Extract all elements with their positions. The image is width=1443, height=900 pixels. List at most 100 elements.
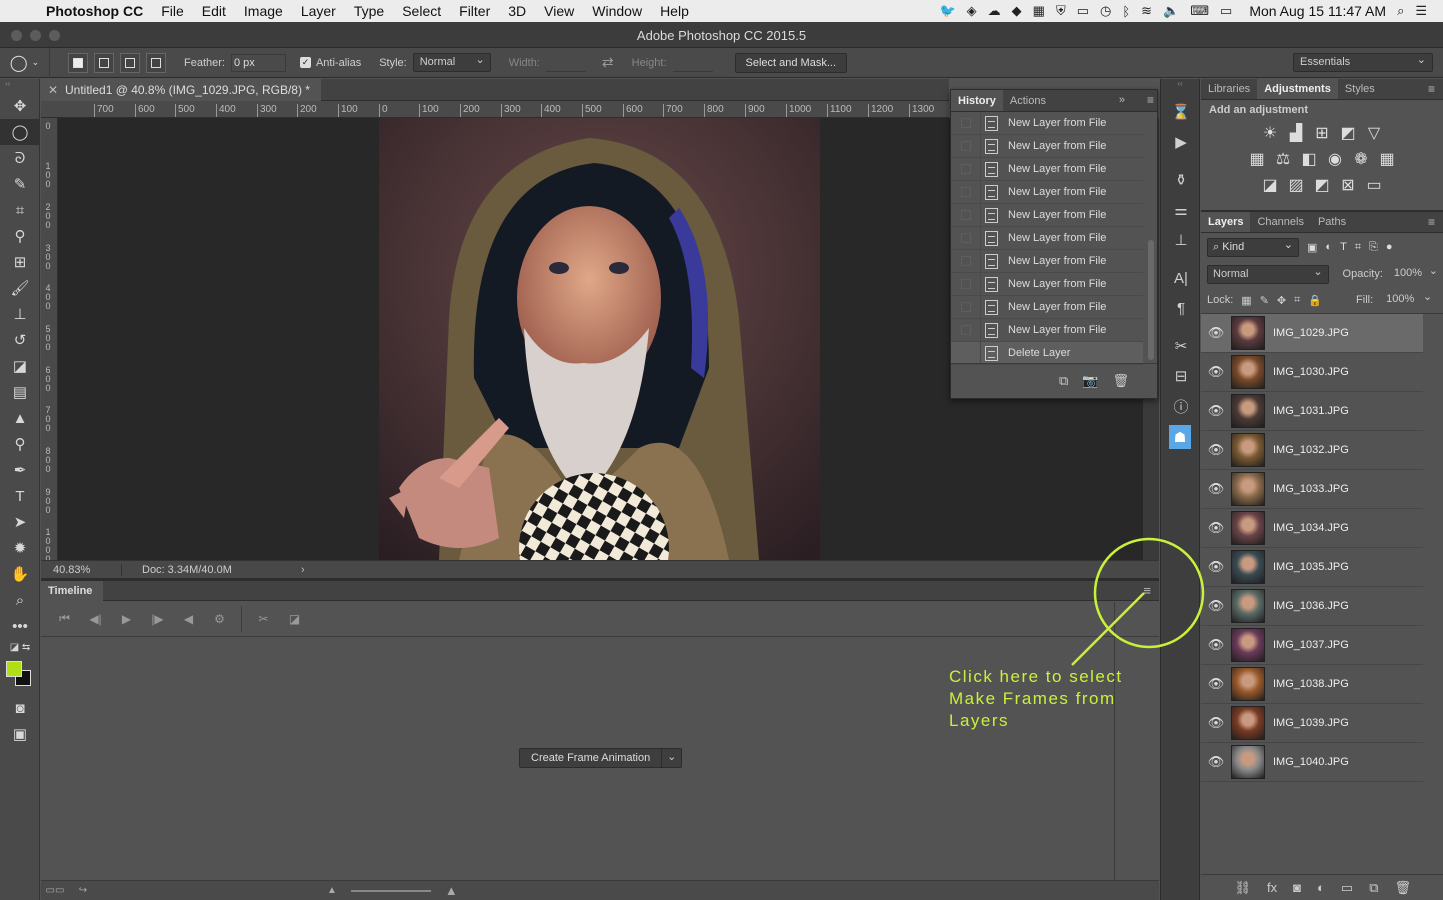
blend-mode-select[interactable]: Normal: [1207, 264, 1329, 284]
create-frame-animation-button[interactable]: Create Frame Animation: [519, 748, 663, 768]
history-item[interactable]: New Layer from File: [951, 157, 1143, 181]
evernote-icon[interactable]: ◆: [1012, 3, 1022, 19]
dodge-tool-icon[interactable]: ⚲: [0, 431, 40, 457]
threshold-icon[interactable]: ◩: [1313, 175, 1331, 195]
battery-icon[interactable]: ▭: [1220, 3, 1232, 19]
brightness-contrast-icon[interactable]: ☀: [1261, 123, 1279, 143]
history-item[interactable]: New Layer from File: [951, 111, 1143, 135]
layer-name[interactable]: IMG_1036.JPG: [1273, 600, 1349, 612]
properties-panel-icon[interactable]: ⊟: [1161, 361, 1201, 391]
new-document-from-state-icon[interactable]: ⧉: [1059, 373, 1068, 389]
menubar-clock[interactable]: Mon Aug 15 11:47 AM: [1249, 3, 1386, 19]
lock-transparent-icon[interactable]: ▦: [1241, 294, 1251, 307]
layer-name[interactable]: IMG_1033.JPG: [1273, 483, 1349, 495]
layer-name[interactable]: IMG_1039.JPG: [1273, 717, 1349, 729]
history-brush-source-checkbox[interactable]: [960, 302, 971, 312]
volume-icon[interactable]: 🔈: [1163, 3, 1179, 19]
history-item[interactable]: New Layer from File: [951, 180, 1143, 204]
menu-window[interactable]: Window: [583, 3, 651, 19]
tab-adjustments[interactable]: Adjustments: [1257, 79, 1338, 99]
tab-actions[interactable]: Actions: [1003, 90, 1053, 111]
swap-width-height-icon[interactable]: ⇄: [602, 54, 614, 71]
levels-icon[interactable]: ▟: [1287, 123, 1305, 143]
history-item-current[interactable]: Delete Layer: [951, 341, 1143, 365]
character-panel-icon[interactable]: A|: [1161, 263, 1201, 293]
channel-mixer-icon[interactable]: ❁: [1352, 149, 1370, 169]
keyboard-icon[interactable]: ⌨: [1190, 3, 1209, 19]
layer-row[interactable]: 👁 IMG_1036.JPG: [1201, 587, 1423, 626]
layer-row[interactable]: 👁 IMG_1030.JPG: [1201, 353, 1423, 392]
toolbar-collapse-icon[interactable]: ››: [0, 79, 39, 93]
visibility-eye-icon[interactable]: 👁: [1201, 442, 1231, 458]
history-item[interactable]: New Layer from File: [951, 226, 1143, 250]
workspace-select[interactable]: Essentials: [1293, 52, 1433, 72]
layer-name[interactable]: IMG_1040.JPG: [1273, 756, 1349, 768]
layer-row[interactable]: 👁 IMG_1034.JPG: [1201, 509, 1423, 548]
new-group-folder-icon[interactable]: ▭: [1341, 880, 1353, 896]
render-video-icon[interactable]: ↪: [69, 885, 97, 896]
history-item[interactable]: New Layer from File: [951, 134, 1143, 158]
zoom-level[interactable]: 40.83%: [41, 564, 121, 576]
split-scissors-icon[interactable]: ✂: [248, 612, 279, 626]
layer-style-fx-icon[interactable]: fx: [1267, 880, 1277, 895]
layer-name[interactable]: IMG_1035.JPG: [1273, 561, 1349, 573]
tab-paths[interactable]: Paths: [1311, 212, 1353, 232]
history-brush-source-checkbox[interactable]: [960, 210, 971, 220]
visibility-eye-icon[interactable]: 👁: [1201, 754, 1231, 770]
curves-icon[interactable]: ⊞: [1313, 123, 1331, 143]
previous-frame-icon[interactable]: ◀|: [80, 612, 111, 626]
tab-layers[interactable]: Layers: [1201, 212, 1251, 232]
opacity-input[interactable]: 100%: [1389, 263, 1443, 284]
filter-shape-icon[interactable]: ⌗: [1355, 241, 1361, 254]
trash-icon[interactable]: 🗑: [1112, 373, 1129, 389]
new-adjustment-layer-icon[interactable]: ◐: [1317, 880, 1325, 895]
shield-icon[interactable]: ⛨: [1056, 3, 1066, 19]
layer-name[interactable]: IMG_1037.JPG: [1273, 639, 1349, 651]
height-input[interactable]: [672, 54, 713, 72]
bluetooth-icon[interactable]: ᛒ: [1122, 4, 1130, 19]
lock-position-icon[interactable]: ✥: [1277, 294, 1286, 307]
black-white-icon[interactable]: ◧: [1300, 149, 1318, 169]
eyedropper-tool-icon[interactable]: ⚲: [0, 223, 40, 249]
lock-image-icon[interactable]: ✎: [1260, 294, 1269, 307]
menu-help[interactable]: Help: [651, 3, 698, 19]
history-item[interactable]: New Layer from File: [951, 249, 1143, 273]
elliptical-marquee-tool-icon[interactable]: ◯: [0, 119, 40, 145]
transition-icon[interactable]: ◪: [279, 612, 310, 626]
history-brush-source-checkbox[interactable]: [960, 141, 971, 151]
style-select[interactable]: Normal: [412, 52, 491, 72]
custom-shape-tool-icon[interactable]: ✹: [0, 535, 40, 561]
zoom-slider[interactable]: ▲ ▲: [327, 883, 458, 898]
close-tab-icon[interactable]: ✕: [41, 83, 65, 97]
puppet-warp-icon[interactable]: ☗: [1169, 425, 1191, 449]
blur-tool-icon[interactable]: ▲: [0, 405, 40, 431]
filter-pixel-icon[interactable]: ▣: [1307, 241, 1317, 254]
filter-adjustment-icon[interactable]: ◐: [1325, 241, 1332, 253]
audio-icon[interactable]: ◀: [173, 612, 204, 626]
go-to-first-frame-icon[interactable]: ⏮: [49, 611, 80, 626]
next-frame-icon[interactable]: |▶: [142, 612, 173, 626]
feather-input[interactable]: 0 px: [230, 53, 286, 72]
layer-row[interactable]: 👁 IMG_1033.JPG: [1201, 470, 1423, 509]
play-icon[interactable]: ▶: [111, 612, 142, 626]
kind-filter-select[interactable]: ⌕ Kind: [1207, 237, 1299, 257]
hue-saturation-icon[interactable]: ▦: [1248, 149, 1266, 169]
menu-file[interactable]: File: [152, 3, 193, 19]
timeline-tab[interactable]: Timeline: [41, 581, 103, 601]
default-colors-icon[interactable]: ◪ ⇆: [0, 639, 40, 655]
layer-name[interactable]: IMG_1030.JPG: [1273, 366, 1349, 378]
brush-presets-icon[interactable]: ⚌: [1161, 195, 1201, 225]
layer-row[interactable]: 👁 IMG_1031.JPG: [1201, 392, 1423, 431]
layers-panel-menu-icon[interactable]: ≡: [1428, 215, 1435, 229]
slider-track[interactable]: [350, 889, 431, 892]
visibility-eye-icon[interactable]: 👁: [1201, 364, 1231, 380]
fill-input[interactable]: 100%: [1381, 289, 1437, 310]
menu-edit[interactable]: Edit: [193, 3, 235, 19]
layer-row[interactable]: 👁 IMG_1035.JPG: [1201, 548, 1423, 587]
time-machine-icon[interactable]: ◷: [1100, 3, 1111, 19]
menu-view[interactable]: View: [535, 3, 583, 19]
info-panel-icon[interactable]: ⓘ: [1161, 391, 1201, 421]
history-brush-tool-icon[interactable]: ↺: [0, 327, 40, 353]
tool-presets-icon[interactable]: ✂: [1161, 331, 1201, 361]
tab-styles[interactable]: Styles: [1338, 79, 1382, 99]
